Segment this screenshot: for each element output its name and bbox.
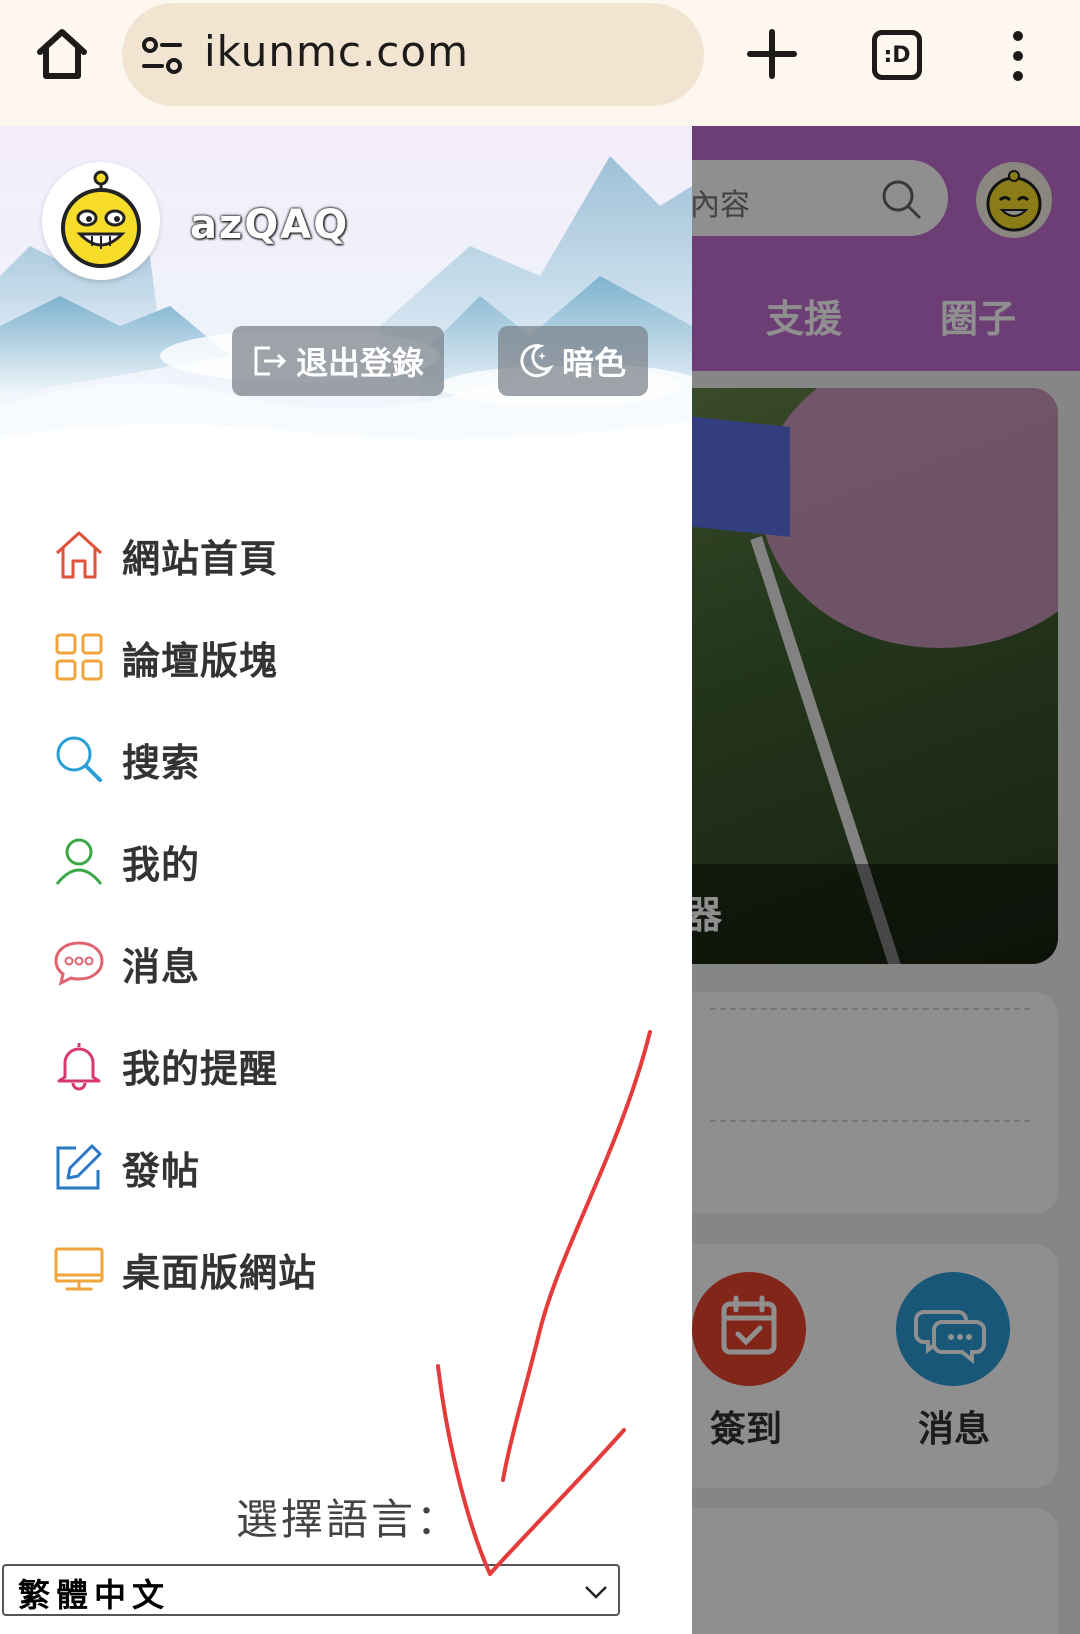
home-icon [55,531,103,579]
dark-mode-button[interactable]: 暗色 [498,326,648,396]
url-text: ikunmc.com [204,27,469,76]
avatar-face-icon [61,170,141,268]
menu-item-label: 發帖 [122,1148,201,1193]
more-vertical-icon [1013,31,1023,81]
menu-item-label: 網站首頁 [122,536,279,581]
address-bar[interactable]: ikunmc.com [122,3,704,106]
browser-menu-button[interactable] [1004,28,1032,84]
menu-item-forums[interactable]: 論壇版塊 [52,622,652,692]
logout-button[interactable]: 退出登錄 [232,326,444,396]
dark-mode-label: 暗色 [562,344,627,382]
menu-item-notifications[interactable]: 我的提醒 [52,1030,652,1100]
menu-item-label: 消息 [122,944,201,989]
logout-label: 退出登錄 [296,344,425,382]
moon-icon [520,344,554,378]
logout-icon [254,346,287,376]
menu-item-label: 我的 [122,842,201,887]
user-avatar[interactable] [42,162,160,280]
username: azQAQ [190,202,350,248]
menu-item-new-post[interactable]: 發帖 [52,1132,652,1202]
menu-item-label: 搜索 [122,740,201,785]
user-icon [55,838,103,885]
monitor-icon [54,1247,104,1291]
bell-icon [57,1043,101,1091]
search-icon [56,736,102,782]
language-select[interactable]: 繁體中文 [2,1564,620,1616]
browser-toolbar: ikunmc.com :D [0,0,1080,126]
site-info-icon[interactable] [140,34,184,78]
browser-home-button[interactable] [30,22,94,86]
plus-icon [747,29,797,79]
language-selected-value: 繁體中文 [18,1576,171,1614]
side-drawer: azQAQ 退出登錄 暗色 網站首頁 論壇版塊 搜索 我的 消息 我的提醒 發帖… [0,126,692,1634]
menu-item-label: 桌面版網站 [122,1250,318,1295]
chevron-down-icon [585,1586,607,1599]
grid-icon [55,633,103,681]
edit-icon [56,1144,102,1190]
menu-item-label: 論壇版塊 [122,638,279,683]
home-icon [37,29,87,79]
menu-item-me[interactable]: 我的 [52,826,652,896]
language-label: 選擇語言： [236,1495,462,1544]
menu-item-messages[interactable]: 消息 [52,928,652,998]
chat-icon [54,941,104,986]
tab-switcher-button[interactable]: :D [872,30,922,80]
drawer-header: azQAQ 退出登錄 暗色 [0,126,692,471]
new-tab-button[interactable] [744,26,800,82]
menu-item-desktop-site[interactable]: 桌面版網站 [52,1234,652,1304]
menu-item-search[interactable]: 搜索 [52,724,652,794]
tab-switcher-label: :D [883,42,911,68]
menu-item-home[interactable]: 網站首頁 [52,520,652,590]
menu-item-label: 我的提醒 [122,1046,279,1091]
